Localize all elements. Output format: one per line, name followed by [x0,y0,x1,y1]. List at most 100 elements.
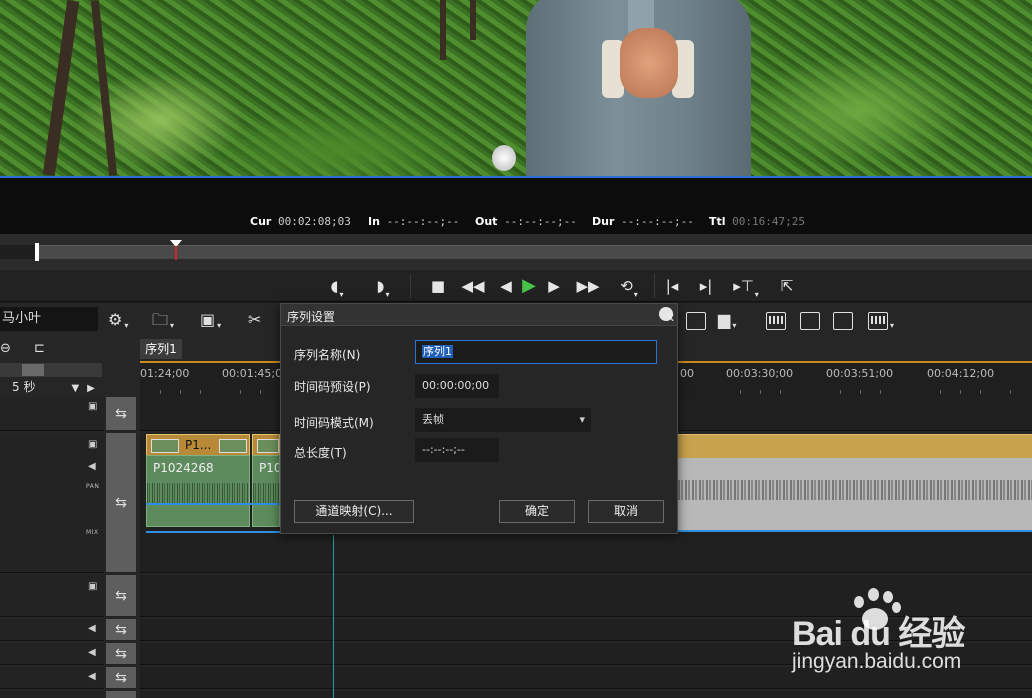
track-swap-button[interactable]: ⇆ [106,643,136,665]
ruler-minor-tick [740,390,741,394]
close-icon: ✕ [665,311,676,325]
link-button[interactable]: ⊖ [0,338,11,360]
audio-track-header[interactable]: ◀ [0,643,104,665]
audio-clip[interactable] [678,458,1032,530]
timecode-mode-select[interactable]: 丢帧 [415,408,591,432]
audio-track-lane[interactable] [140,691,1032,698]
set-out-button[interactable]: ◗▾ [368,274,398,299]
speaker-icon: ◀ [88,647,96,658]
track-swap-button[interactable]: ⇆ [106,667,136,689]
ruler-minor-tick [880,390,881,394]
sequence-name-value: 序列1 [422,345,453,358]
chevron-down-icon: ▾ [732,321,737,330]
playhead-line [175,246,177,260]
tree-trunk [440,0,446,60]
mix-line[interactable] [678,530,1032,532]
in-point-marker[interactable] [35,243,39,261]
set-in-button[interactable]: ◖▾ [322,274,352,299]
cancel-button[interactable]: 取消 [588,500,664,523]
zoom-scale-select[interactable]: 5 秒 ▼ ▶ [12,378,95,395]
cut-button[interactable]: ✂ [248,309,261,331]
scrub-bar[interactable] [0,234,1032,270]
ruler-tick-label: 00:04:12;00 [927,367,995,380]
go-to-out-button[interactable]: ▸| [694,274,718,298]
scissors-icon: ✂ [248,310,262,329]
timecode-ttl: Ttl 00:16:47;25 [709,215,806,228]
mixer-button[interactable] [800,309,820,331]
rewind-icon: ◀◀ [461,277,485,295]
stop-button[interactable]: ■ [428,274,448,298]
go-to-in-button[interactable]: |◂ [660,274,684,298]
audio-waveform [678,480,1032,500]
settings-menu-button[interactable]: ⚙ ▾ [108,309,128,331]
video-preview[interactable] [0,0,1032,176]
ruler-minor-tick [160,390,161,394]
tab-sequence[interactable]: 序列1 [140,339,182,359]
video-clip[interactable] [678,434,1032,458]
ruler-minor-tick [1010,390,1011,394]
zoom-slider[interactable] [0,363,102,377]
ok-button[interactable]: 确定 [499,500,575,523]
ruler-tick-label: 00:03:30;00 [726,367,794,380]
watermark-logo-text: Bai du 经验 [792,615,965,653]
bin-name: 马小叶 [0,307,98,331]
track-header[interactable]: ▣ [0,397,104,431]
audio-clip[interactable]: P10 [252,455,280,527]
audio-track-header[interactable]: ◀ [0,619,104,641]
audio-waveform [147,483,249,503]
channel-map-button[interactable]: 通道映射(C)... [294,500,414,523]
track-swap-button[interactable]: ⇆ [106,433,136,573]
dialog-titlebar[interactable]: 序列设置 ✕ [281,304,677,326]
track-header[interactable]: ▣ ◀ PAN MIX [0,433,104,573]
mark-in-icon: ◖ [330,277,339,295]
voice-over-button[interactable] [686,309,706,331]
rewind-button[interactable]: ◀◀ [460,274,486,298]
white-flower [492,145,516,171]
audio-track-header[interactable] [0,691,104,698]
loop-button[interactable]: ⟲▾ [612,274,646,299]
clip-label: P1... [185,438,212,452]
mix-line[interactable] [146,531,280,533]
audio-track-header[interactable]: ◀ [0,667,104,689]
ruler-minor-tick [960,390,961,394]
marker-button[interactable]: ▆ ▾ [718,309,736,331]
keyboard-button[interactable] [766,309,786,331]
total-length-label: 总长度(T) [294,446,347,460]
audio-clip[interactable]: P1024268 [146,455,250,527]
close-button[interactable]: ✕ [659,307,675,325]
total-length-input[interactable]: --:--:--;-- [415,438,499,462]
sequence-name-input[interactable]: 序列1 [415,340,657,364]
ruler-tick-label: 00:03:51;00 [826,367,894,380]
track-swap-button[interactable]: ⇆ [106,619,136,641]
timecode-cur: Cur 00:02:08;03 [250,215,351,228]
step-forward-button[interactable]: ▶ [545,274,563,298]
layout-button[interactable]: ▾ [868,309,894,331]
tree-settings-icon: ⚙ [108,310,123,329]
export-frame-button[interactable]: ⇱ [775,274,799,298]
pan-label: PAN [86,483,100,490]
play-button[interactable]: ▶ [518,274,540,298]
fast-forward-button[interactable]: ▶▶ [575,274,601,298]
track-swap-button[interactable]: ⇆ [106,575,136,617]
pan-line[interactable] [146,503,280,505]
folder-icon: 🗀 [152,310,169,329]
step-back-button[interactable]: ◀ [497,274,515,298]
ruler-minor-tick [760,390,761,394]
insert-button[interactable]: ▸⊤▾ [728,274,764,299]
tree-trunk [470,0,476,40]
track-swap-button[interactable] [106,691,136,698]
effects-button[interactable] [833,309,853,331]
zoom-slider-thumb[interactable] [22,364,44,376]
sequence-name-label: 序列名称(N) [294,348,361,362]
timeline-cursor[interactable] [333,535,334,698]
swap-icon: ⇆ [115,646,127,662]
timecode-preset-input[interactable]: 00:00:00;00 [415,374,499,398]
save-button[interactable]: ▣ ▾ [200,309,221,331]
snap-button[interactable]: ⊏ [34,338,45,360]
track-header[interactable]: ▣ [0,575,104,617]
tree-trunk [42,0,80,176]
scrub-track[interactable] [0,245,1032,259]
track-swap-button[interactable]: ⇆ [106,397,136,431]
timecode-preset-label: 时间码预设(P) [294,380,371,394]
folder-button[interactable]: 🗀 ▾ [152,309,174,331]
